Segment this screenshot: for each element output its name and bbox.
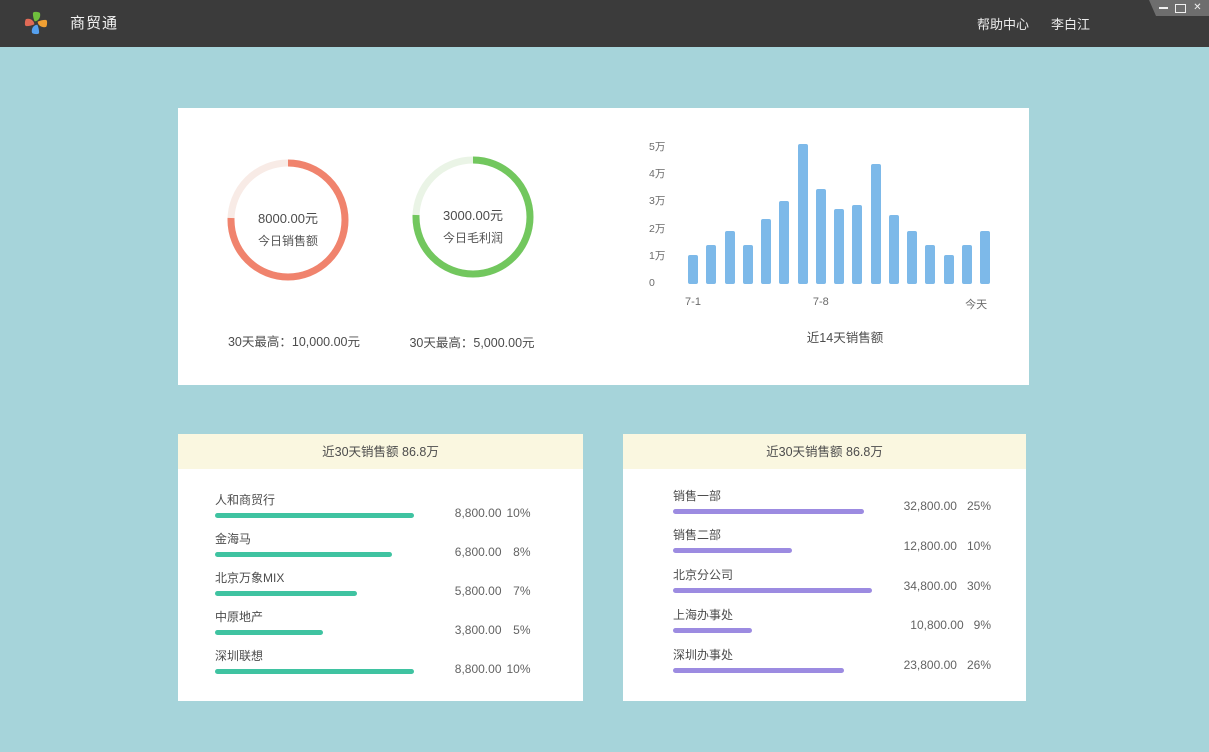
ranking-row-name: 销售二部: [673, 528, 721, 542]
ranking-row-percent: 10%: [501, 662, 531, 676]
y-tick-label: 0: [649, 277, 679, 289]
customer-ranking-card: 近30天销售额 86.8万 人和商贸行8,800.0010%金海马6,800.0…: [178, 434, 583, 701]
overview-card: 8000.00元 今日销售额 30天最高：10,000.00元 3000.00元…: [178, 108, 1029, 385]
ranking-row-amount: 6,800.00: [412, 545, 502, 559]
daily-sales-bar: [980, 231, 990, 284]
ranking-row-numbers: 23,800.00 26%: [791, 658, 991, 672]
ranking-row-percent: 7%: [501, 584, 531, 598]
maximize-icon[interactable]: [1172, 0, 1189, 16]
daily-sales-bar: [889, 215, 899, 284]
daily-sales-bar: [798, 144, 808, 284]
app-title: 商贸通: [70, 0, 118, 47]
ranking-row-name: 中原地产: [215, 610, 263, 624]
ranking-row-bar: [215, 630, 323, 635]
daily-sales-bar: [962, 245, 972, 284]
bar-chart-title: 近14天销售额: [745, 327, 945, 346]
daily-sales-bar: [871, 164, 881, 284]
y-tick-label: 4万: [649, 168, 679, 180]
ranking-row-bar: [673, 628, 752, 633]
daily-sales-bar: [925, 245, 935, 284]
daily-sales-bar-chart: 0 1万 2万 3万 4万 5万 7-1 7-8 今天 近14天销售额: [178, 108, 1029, 385]
y-tick-label: 5万: [649, 141, 679, 153]
x-tick-label: 今天: [946, 296, 1006, 312]
daily-sales-bar: [907, 231, 917, 284]
ranking-row-numbers: 12,800.00 10%: [791, 539, 991, 553]
close-icon[interactable]: ✕: [1189, 0, 1206, 16]
daily-sales-bar: [761, 219, 771, 284]
ranking-row: 深圳办事处23,800.0026%: [623, 469, 1026, 509]
ranking-row-name: 北京分公司: [673, 568, 733, 582]
daily-sales-bar: [779, 201, 789, 284]
ranking-row-name: 深圳联想: [215, 649, 263, 663]
top-navbar: 商贸通 帮助中心 李白江 ✕: [0, 0, 1209, 47]
ranking-row-percent: 8%: [501, 545, 531, 559]
customer-ranking-list: 人和商贸行8,800.0010%金海马6,800.008%北京万象MIX5,80…: [178, 469, 583, 701]
daily-sales-bar: [706, 245, 716, 284]
department-ranking-card: 近30天销售额 86.8万 销售一部32,800.0025%销售二部12,800…: [623, 434, 1026, 701]
minimize-icon[interactable]: [1155, 0, 1172, 16]
daily-sales-bar: [743, 245, 753, 284]
ranking-row-amount: 12,800.00: [904, 539, 957, 553]
daily-sales-bar: [725, 231, 735, 284]
department-ranking-title: 近30天销售额 86.8万: [623, 434, 1026, 469]
ranking-row-percent: 9%: [974, 618, 991, 632]
ranking-row-bar: [215, 552, 392, 557]
window-controls: ✕: [1148, 0, 1209, 16]
ranking-row-amount: 8,800.00: [412, 662, 502, 676]
x-tick-label: 7-1: [663, 296, 723, 308]
ranking-row-name: 深圳办事处: [673, 648, 733, 662]
ranking-row-percent: 26%: [967, 658, 991, 672]
ranking-row-name: 上海办事处: [673, 608, 733, 622]
daily-sales-bar: [944, 255, 954, 284]
app-logo-pinwheel-icon: [22, 9, 50, 37]
y-tick-label: 2万: [649, 223, 679, 235]
ranking-row-amount: 23,800.00: [904, 658, 957, 672]
ranking-row-percent: 10%: [967, 539, 991, 553]
department-ranking-list: 销售一部32,800.0025%销售二部12,800.0010%北京分公司34,…: [623, 469, 1026, 701]
x-tick-label: 7-8: [791, 296, 851, 308]
ranking-row-numbers: 34,800.00 30%: [791, 579, 991, 593]
daily-sales-bar: [852, 205, 862, 284]
y-tick-label: 3万: [649, 195, 679, 207]
customer-ranking-title: 近30天销售额 86.8万: [178, 434, 583, 469]
ranking-row-bar: [215, 591, 357, 596]
daily-sales-bar: [834, 209, 844, 284]
ranking-row-amount: 5,800.00: [412, 584, 502, 598]
ranking-row-amount: 10,800.00: [910, 618, 963, 632]
ranking-row-percent: 5%: [501, 623, 531, 637]
ranking-row-bar: [673, 548, 792, 553]
daily-sales-bar: [816, 189, 826, 284]
ranking-row-percent: 30%: [967, 579, 991, 593]
daily-sales-bar: [688, 255, 698, 284]
ranking-row-name: 北京万象MIX: [215, 571, 284, 585]
ranking-row: 深圳联想8,800.0010%: [178, 469, 583, 509]
ranking-row-bar: [215, 513, 414, 518]
ranking-row-amount: 34,800.00: [904, 579, 957, 593]
ranking-row-name: 金海马: [215, 532, 251, 546]
y-tick-label: 1万: [649, 250, 679, 262]
help-center-link[interactable]: 帮助中心: [977, 0, 1029, 47]
ranking-row-amount: 3,800.00: [412, 623, 502, 637]
user-menu[interactable]: 李白江: [1051, 0, 1090, 47]
ranking-row-bar: [215, 669, 414, 674]
ranking-row-numbers: 10,800.00 9%: [791, 618, 991, 632]
